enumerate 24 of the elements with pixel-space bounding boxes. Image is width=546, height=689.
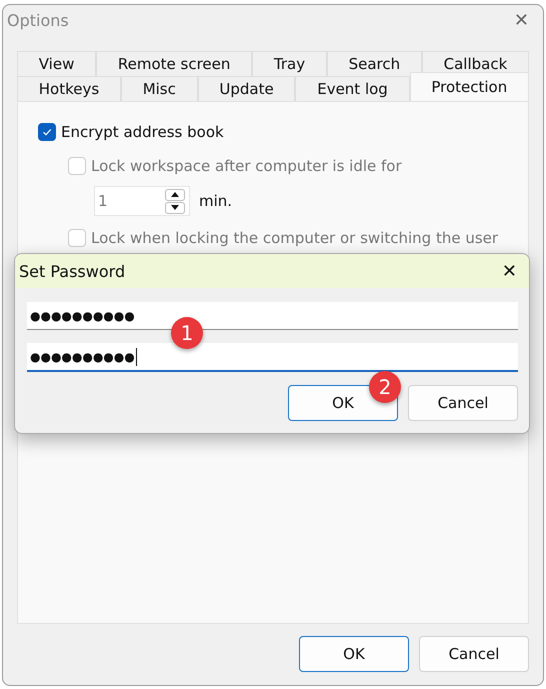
checkbox-label: Encrypt address book xyxy=(61,123,224,141)
tab[interactable]: View xyxy=(17,51,96,76)
window-title: Options xyxy=(7,10,69,30)
check-icon xyxy=(41,126,53,138)
checkbox[interactable] xyxy=(38,123,56,141)
tab[interactable]: Tray xyxy=(252,51,327,76)
tab[interactable]: Search xyxy=(326,51,422,76)
unit-label: min. xyxy=(199,192,232,210)
tab[interactable]: Hotkeys xyxy=(17,76,121,101)
cancel-button[interactable]: Cancel xyxy=(419,636,529,672)
tab[interactable]: Misc xyxy=(120,76,198,101)
close-button[interactable]: ✕ xyxy=(508,10,535,30)
password-field[interactable]: ●●●●●●●●●● xyxy=(27,343,518,372)
dialog-title: Set Password xyxy=(19,262,126,280)
checkbox-label: Lock workspace after computer is idle for xyxy=(91,157,402,175)
checkbox-label: Lock when locking the computer or switching the user xyxy=(91,229,498,247)
minutes-spinner[interactable]: 1 xyxy=(94,186,190,216)
close-button[interactable]: ✕ xyxy=(490,260,529,282)
cancel-button[interactable]: Cancel xyxy=(408,385,518,421)
tab[interactable]: Update xyxy=(198,76,296,101)
ok-button[interactable]: OK xyxy=(299,636,409,672)
tab[interactable]: Protection xyxy=(410,72,529,101)
tab[interactable]: Remote screen xyxy=(96,51,252,76)
tab[interactable]: Event log xyxy=(295,76,410,101)
